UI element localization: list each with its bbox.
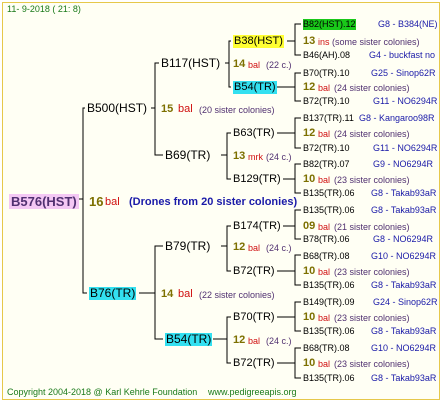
- gen3-bee-8[interactable]: B72(TR): [233, 357, 275, 370]
- gen2-note-1: (22 c.): [266, 60, 292, 70]
- gen4-bee-7[interactable]: B82(TR).07: [303, 159, 350, 170]
- gen2-bee-4[interactable]: B54(TR): [165, 333, 213, 346]
- gen4-origin-2: G4 - buckfast no: [369, 50, 436, 60]
- gen2-bee-2[interactable]: B69(TR): [165, 149, 210, 162]
- gen1-num-2: 14: [161, 288, 174, 300]
- gen4-origin-13: G24 - Sinop62R: [373, 297, 438, 307]
- gen3-bal-5: bal: [318, 222, 331, 232]
- gen3-num-8: 10: [303, 357, 316, 369]
- gen2-bee-1[interactable]: B117(HST): [161, 57, 220, 70]
- gen3-bee-6[interactable]: B72(TR): [233, 265, 275, 278]
- gen3-bal-2: bal: [318, 83, 331, 93]
- gen4-bee-1[interactable]: B82(HST).12: [303, 19, 356, 30]
- gen3-bee-3[interactable]: B63(TR): [233, 127, 275, 140]
- gen4-bee-5[interactable]: B137(TR).11: [303, 113, 354, 124]
- gen3-note-7: (23 sister colonies): [334, 313, 410, 323]
- gen2-bal-2: mrk: [248, 152, 263, 162]
- gen4-bee-4[interactable]: B72(TR).10: [303, 96, 350, 107]
- gen3-bal-6: bal: [318, 267, 331, 277]
- gen3-note-1: (some sister colonies): [332, 37, 420, 47]
- gen2-note-2: (24 c.): [266, 152, 292, 162]
- gen4-bee-2[interactable]: B46(AH).08: [303, 50, 350, 61]
- gen3-num-6: 10: [303, 265, 316, 277]
- gen3-bee-2[interactable]: B54(TR): [233, 81, 277, 94]
- gen2-note-4: (24 c.): [266, 336, 292, 346]
- gen4-bee-3[interactable]: B70(TR).10: [303, 68, 350, 79]
- root-note: (Drones from 20 sister colonies): [129, 196, 298, 208]
- gen1-note-1: (20 sister colonies): [199, 105, 275, 115]
- gen4-origin-3: G25 - Sinop62R: [371, 68, 436, 78]
- gen4-origin-15: G10 - NO6294R: [371, 343, 437, 353]
- gen4-bee-13[interactable]: B149(TR).09: [303, 297, 355, 308]
- gen4-bee-11[interactable]: B68(TR).08: [303, 251, 350, 262]
- gen3-bal-4: bal: [318, 175, 331, 185]
- gen4-bee-16[interactable]: B135(TR).06: [303, 373, 355, 384]
- gen3-note-5: (21 sister colonies): [334, 222, 410, 232]
- gen2-bal-1: bal: [248, 60, 261, 70]
- gen3-bee-4[interactable]: B129(TR): [233, 173, 281, 186]
- gen3-bee-5[interactable]: B174(TR): [233, 220, 281, 233]
- gen2-num-2: 13: [233, 150, 246, 162]
- gen3-note-8: (23 sister colonies): [334, 359, 410, 369]
- gen4-origin-11: G10 - NO6294R: [371, 251, 437, 261]
- gen2-bee-3[interactable]: B79(TR): [165, 240, 210, 253]
- gen4-origin-5: G8 - Kangaroo98R: [359, 113, 435, 123]
- gen4-origin-7: G9 - NO6294R: [373, 159, 434, 169]
- gen3-bal-8: bal: [318, 359, 331, 369]
- gen4-bee-14[interactable]: B135(TR).06: [303, 326, 355, 337]
- gen2-bal-3: bal: [248, 243, 261, 253]
- gen1-bee-1[interactable]: B500(HST): [87, 102, 147, 115]
- gen3-note-2: (24 sister colonies): [334, 83, 410, 93]
- gen4-bee-15[interactable]: B68(TR).08: [303, 343, 350, 354]
- gen4-origin-1: G8 - B384(NE): [378, 19, 438, 29]
- gen4-origin-10: G8 - NO6294R: [373, 234, 434, 244]
- gen2-num-3: 12: [233, 241, 246, 253]
- gen2-note-3: (24 c.): [266, 243, 292, 253]
- pedigree-frame: 11- 9-2018 ( 21: 8) Copyright 2004-2018 …: [2, 2, 440, 400]
- gen3-note-6: (23 sister colonies): [334, 267, 410, 277]
- gen3-num-3: 12: [303, 127, 316, 139]
- gen4-origin-16: G8 - Takab93aR: [371, 373, 437, 383]
- gen1-bal-2: bal: [178, 288, 193, 300]
- gen4-bee-12[interactable]: B135(TR).06: [303, 280, 355, 291]
- gen3-num-7: 10: [303, 311, 316, 323]
- gen3-num-5: 09: [303, 220, 316, 232]
- gen3-note-4: (23 sister colonies): [334, 175, 410, 185]
- gen3-num-2: 12: [303, 81, 316, 93]
- gen1-num-1: 15: [161, 103, 174, 115]
- gen1-bal-1: bal: [178, 103, 193, 115]
- gen3-bee-1[interactable]: B38(HST): [233, 35, 284, 48]
- gen3-num-1: 13: [303, 35, 316, 47]
- gen3-bal-3: bal: [318, 129, 331, 139]
- gen4-origin-4: G11 - NO6294R: [373, 96, 438, 106]
- gen3-bee-7[interactable]: B70(TR): [233, 311, 275, 324]
- gen2-bal-4: bal: [248, 336, 261, 346]
- site-link[interactable]: www.pedigreeapis.org: [208, 387, 297, 398]
- gen4-origin-9: G8 - Takab93aR: [371, 205, 437, 215]
- gen1-note-2: (22 sister colonies): [199, 290, 275, 300]
- gen2-num-4: 12: [233, 334, 246, 346]
- gen4-origin-8: G8 - Takab93aR: [371, 188, 437, 198]
- gen4-origin-12: G8 - Takab93aR: [371, 280, 437, 290]
- gen2-num-1: 14: [233, 58, 246, 70]
- date-stamp: 11- 9-2018 ( 21: 8): [7, 4, 81, 14]
- copyright-text: Copyright 2004-2018 @ Karl Kehrle Founda…: [7, 387, 198, 397]
- gen4-bee-6[interactable]: B72(TR).10: [303, 143, 350, 154]
- root-bee[interactable]: B576(HST): [9, 194, 79, 209]
- root-num: 16: [89, 194, 104, 209]
- gen4-bee-9[interactable]: B135(TR).06: [303, 205, 355, 216]
- gen4-bee-10[interactable]: B78(TR).06: [303, 234, 350, 245]
- gen3-bal-7: bal: [318, 313, 331, 323]
- gen3-note-3: (24 sister colonies): [334, 129, 410, 139]
- gen1-bee-2[interactable]: B76(TR): [89, 287, 137, 300]
- gen4-bee-8[interactable]: B135(TR).06: [303, 188, 355, 199]
- gen3-num-4: 10: [303, 173, 316, 185]
- root-bal: bal: [105, 196, 120, 208]
- gen4-origin-6: G11 - NO6294R: [373, 143, 438, 153]
- gen3-bal-1: ins: [318, 37, 330, 47]
- gen4-origin-14: G8 - Takab93aR: [371, 326, 437, 336]
